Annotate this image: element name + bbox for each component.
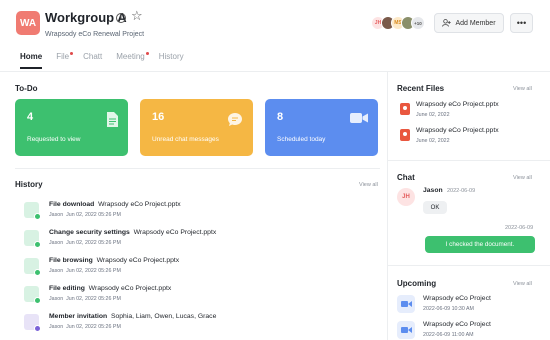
- chat-sender-name: Jason: [423, 187, 443, 194]
- chat-title: Chat: [397, 173, 415, 182]
- video-camera-icon: [350, 113, 368, 123]
- meeting-time: 2022-06-09 11:00 AM: [423, 332, 474, 338]
- todo-count: 16: [152, 111, 165, 123]
- list-item[interactable]: File browsing Wrapsody eCo Project.pptx …: [24, 256, 374, 278]
- meeting-title: Wrapsody eCo Project: [423, 295, 491, 302]
- tab-chatt[interactable]: Chatt: [83, 52, 102, 66]
- meeting-time: 2022-06-09 10:30 AM: [423, 306, 474, 312]
- pptx-file-icon: [400, 103, 410, 115]
- history-entry-title: File editing Wrapsody eCo Project.pptx: [49, 285, 172, 292]
- workspace-subtitle: Wrapsody eCo Renewal Project: [45, 31, 145, 38]
- todo-count: 8: [277, 111, 284, 123]
- file-name: Wrapsody eCo Project.pptx: [416, 127, 499, 134]
- tab-home[interactable]: Home: [20, 52, 43, 69]
- chat-view-all-link[interactable]: View all: [513, 175, 532, 181]
- file-date: June 02, 2022: [416, 138, 450, 144]
- chat-timestamp: 2022-06-09: [447, 188, 476, 194]
- todo-card-requested[interactable]: 4 Requested to view: [15, 99, 128, 156]
- member-invite-icon: [24, 314, 41, 332]
- history-entry-meta: Jason Jun 02, 2022 05:26 PM: [49, 324, 121, 330]
- history-entry-meta: Jason Jun 02, 2022 05:26 PM: [49, 268, 121, 274]
- member-avatars[interactable]: JH MS +10: [371, 16, 425, 30]
- file-download-icon: [24, 202, 41, 220]
- recent-files-view-all-link[interactable]: View all: [513, 86, 532, 92]
- section-divider: [388, 160, 550, 161]
- file-name: Wrapsody eCo Project.pptx: [416, 101, 499, 108]
- column-divider: [387, 72, 388, 340]
- workspace-avatar: WA: [16, 11, 40, 35]
- upcoming-title: Upcoming: [397, 279, 437, 288]
- info-icon[interactable]: i: [116, 13, 126, 23]
- upcoming-view-all-link[interactable]: View all: [513, 281, 532, 287]
- list-item[interactable]: Member invitation Sophia, Liam, Owen, Lu…: [24, 312, 374, 334]
- chat-bubble-icon: [228, 113, 242, 126]
- todo-count: 4: [27, 111, 34, 123]
- list-item[interactable]: File editing Wrapsody eCo Project.pptx J…: [24, 284, 374, 306]
- recent-file-item[interactable]: Wrapsody eCo Project.pptx June 02, 2022: [400, 127, 540, 149]
- file-date: June 02, 2022: [416, 112, 450, 118]
- video-camera-icon: [397, 295, 415, 313]
- outgoing-message: I checked the document.: [425, 236, 535, 253]
- upcoming-meeting-item[interactable]: Wrapsody eCo Project 2022-06-09 10:30 AM: [397, 293, 537, 315]
- add-member-label: Add Member: [455, 19, 496, 27]
- notification-dot: [145, 52, 149, 55]
- history-title: History: [15, 180, 43, 189]
- tab-bar: Home File Chatt Meeting History: [20, 52, 184, 69]
- file-edit-icon: [24, 286, 41, 304]
- add-person-icon: [442, 19, 452, 27]
- meeting-title: Wrapsody eCo Project: [423, 321, 491, 328]
- avatar: JH: [397, 188, 415, 206]
- add-member-button[interactable]: Add Member: [434, 13, 504, 33]
- list-item[interactable]: Change security settings Wrapsody eCo Pr…: [24, 228, 374, 250]
- file-view-icon: [24, 258, 41, 276]
- history-entry-meta: Jason Jun 02, 2022 05:26 PM: [49, 212, 121, 218]
- file-security-icon: [24, 230, 41, 248]
- upcoming-meeting-item[interactable]: Wrapsody eCo Project 2022-06-09 11:00 AM: [397, 319, 537, 340]
- notification-dot: [70, 52, 74, 55]
- document-icon: [107, 112, 118, 127]
- workspace-title: Workgroup A: [45, 10, 127, 25]
- list-item[interactable]: File download Wrapsody eCo Project.pptx …: [24, 200, 374, 222]
- tab-history[interactable]: History: [159, 52, 184, 66]
- todo-label: Requested to view: [27, 136, 81, 143]
- video-camera-icon: [397, 321, 415, 339]
- history-entry-meta: Jason Jun 02, 2022 05:26 PM: [49, 296, 121, 302]
- history-entry-title: File download Wrapsody eCo Project.pptx: [49, 201, 181, 208]
- recent-file-item[interactable]: Wrapsody eCo Project.pptx June 02, 2022: [400, 101, 540, 123]
- history-entry-title: Change security settings Wrapsody eCo Pr…: [49, 229, 217, 236]
- todo-label: Unread chat messages: [152, 136, 219, 143]
- todo-card-unread[interactable]: 16 Unread chat messages: [140, 99, 253, 156]
- history-entry-title: File browsing Wrapsody eCo Project.pptx: [49, 257, 180, 264]
- tab-file[interactable]: File: [56, 52, 74, 66]
- todo-title: To-Do: [15, 84, 38, 93]
- todo-label: Scheduled today: [277, 136, 326, 143]
- history-view-all-link[interactable]: View all: [359, 182, 378, 188]
- star-icon[interactable]: ☆: [131, 9, 143, 23]
- recent-files-title: Recent Files: [397, 84, 445, 93]
- member-count-badge: +10: [411, 16, 425, 30]
- chat-timestamp: 2022-06-09: [505, 225, 534, 231]
- more-options-button[interactable]: •••: [510, 13, 533, 33]
- pptx-file-icon: [400, 129, 410, 141]
- history-entry-meta: Jason Jun 02, 2022 05:26 PM: [49, 240, 121, 246]
- workspace-header: WA Workgroup A i ☆ Wrapsody eCo Renewal …: [0, 0, 550, 70]
- todo-card-scheduled[interactable]: 8 Scheduled today: [265, 99, 378, 156]
- section-divider: [15, 168, 380, 169]
- header-divider: [0, 71, 550, 72]
- tab-meeting[interactable]: Meeting: [116, 52, 149, 66]
- incoming-message: OK: [423, 201, 447, 214]
- history-entry-title: Member invitation Sophia, Liam, Owen, Lu…: [49, 313, 217, 320]
- section-divider: [388, 265, 550, 266]
